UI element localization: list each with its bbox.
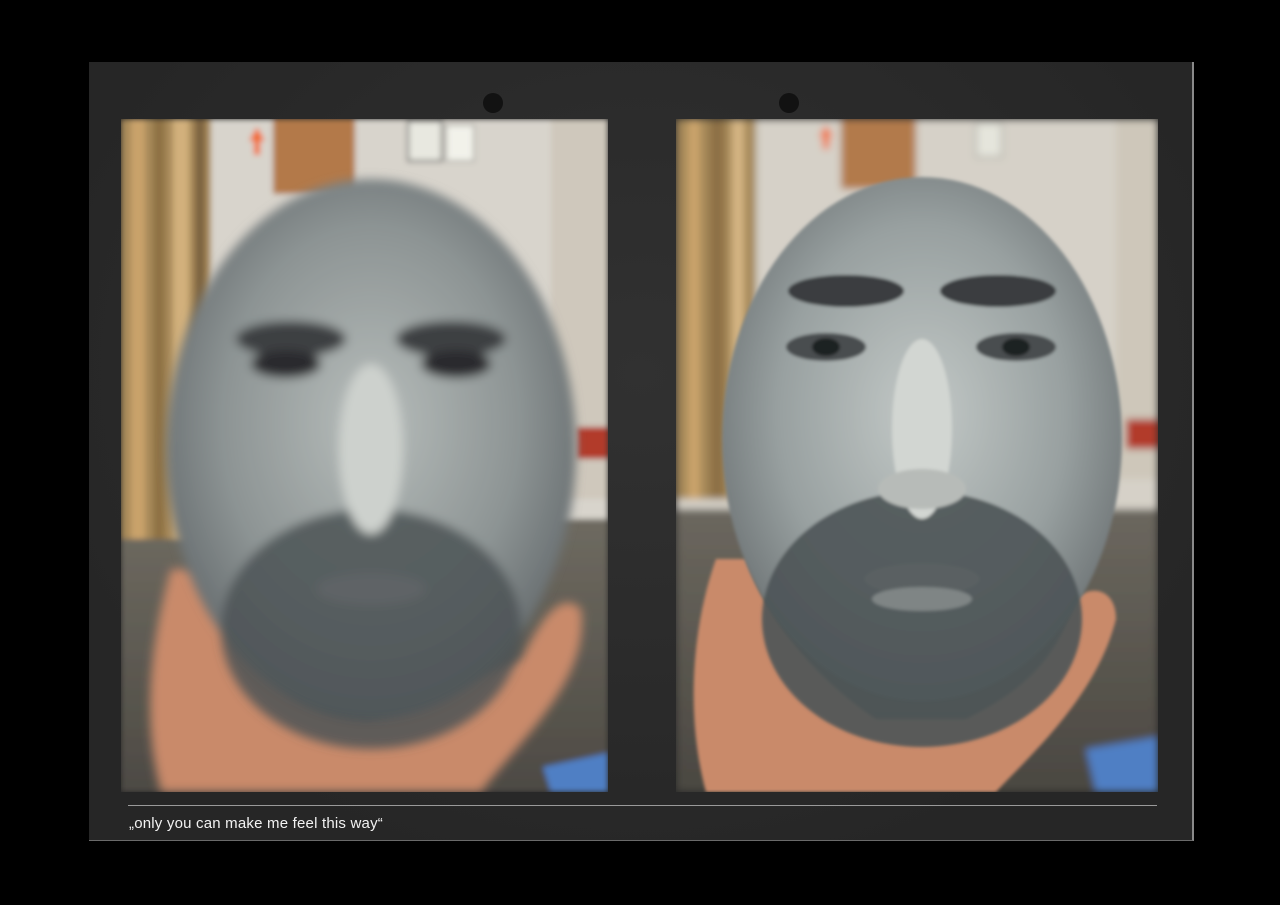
photo-sharp-mask [676, 119, 1158, 792]
caption-divider [128, 805, 1157, 806]
photo-blurred-mask [121, 119, 608, 792]
photo-sheet: „only you can make me feel this way“ [89, 62, 1194, 841]
photo-caption: „only you can make me feel this way“ [129, 815, 383, 832]
punch-hole-right [779, 93, 799, 113]
punch-hole-left [483, 93, 503, 113]
